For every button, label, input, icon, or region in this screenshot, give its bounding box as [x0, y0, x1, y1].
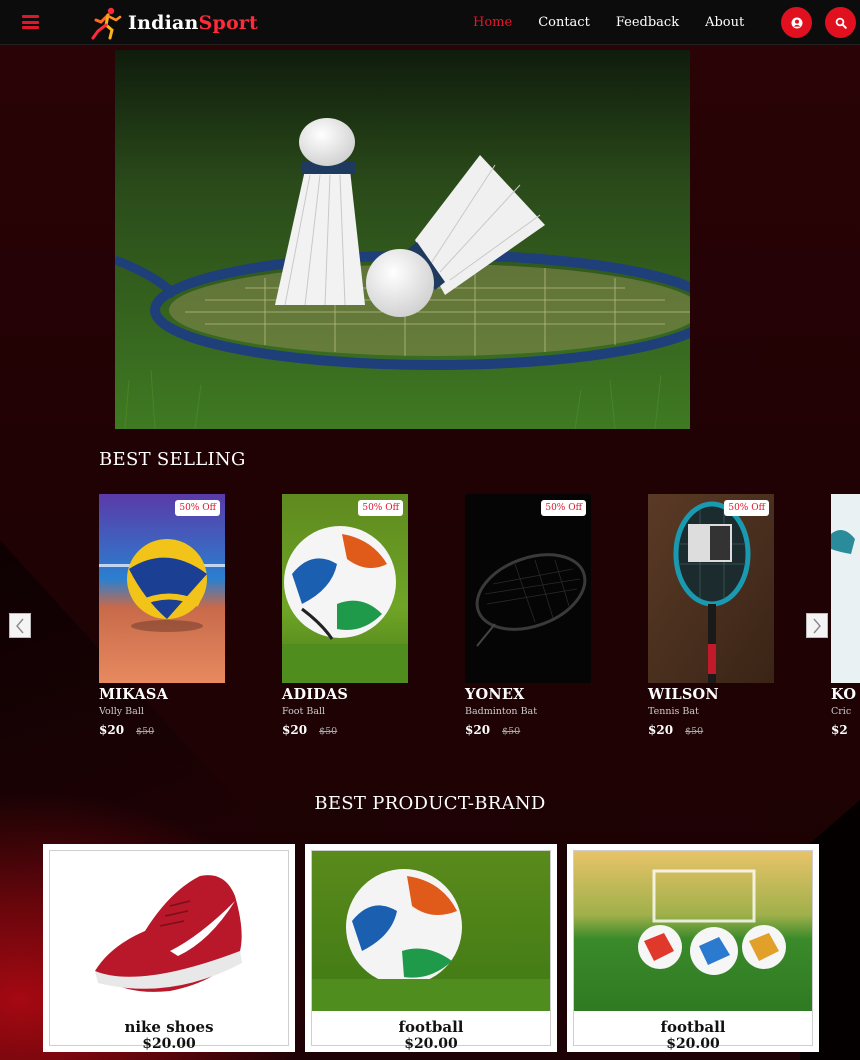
product-brand: YONEX [465, 686, 525, 703]
product-price: $20 $50 [282, 723, 338, 737]
product-category: Tennis Bat [648, 706, 699, 717]
brand-card-nike-shoes[interactable]: nike shoes $20.00 [43, 844, 295, 1052]
product-image-volleyball: 50% Off [99, 494, 225, 683]
discount-badge: 50% Off [175, 500, 220, 516]
product-card-partial[interactable]: KO Cric $2 [831, 494, 860, 737]
product-category: Badminton Bat [465, 706, 538, 717]
product-image-cricket [831, 494, 860, 683]
chevron-right-icon [813, 618, 821, 633]
product-image-nike-shoes [50, 851, 288, 1011]
best-selling-carousel: 50% Off MIKASA Volly Ball $20 $50 50% Off… [0, 494, 860, 744]
brand-product-price: $20.00 [404, 1036, 458, 1052]
product-brand: MIKASA [99, 686, 169, 703]
product-brand: KO [831, 686, 857, 703]
best-product-brand-title: BEST PRODUCT-BRAND [314, 793, 546, 814]
brand-card-football-2[interactable]: football $20.00 [567, 844, 819, 1052]
old-price: $50 [319, 726, 338, 737]
discount-badge: 50% Off [724, 500, 769, 516]
product-image-tennis-racket: 50% Off [648, 494, 774, 683]
product-card-adidas[interactable]: 50% Off ADIDAS Foot Ball $20 $50 [282, 494, 412, 737]
brand-product-price: $20.00 [142, 1036, 196, 1052]
product-brand: WILSON [648, 686, 719, 703]
user-icon [791, 17, 802, 28]
nav-link-home[interactable]: Home [473, 15, 512, 30]
menu-icon[interactable] [22, 15, 39, 29]
nav-links: Home Contact Feedback About [460, 0, 757, 44]
discount-badge: 50% Off [541, 500, 586, 516]
brand-product-name: nike shoes [124, 1018, 214, 1036]
brand-product-name: football [398, 1018, 464, 1036]
product-image-footballs-field [574, 851, 812, 1011]
brand-product-name: football [660, 1018, 726, 1036]
carousel-prev-button[interactable] [9, 613, 31, 638]
product-card-wilson[interactable]: 50% Off WILSON Tennis Bat $20 $50 [648, 494, 778, 737]
product-price: $2 [831, 723, 848, 737]
product-category: Volly Ball [99, 706, 144, 717]
brand-card-football-1[interactable]: football $20.00 [305, 844, 557, 1052]
search-icon [835, 17, 847, 29]
product-price: $20 $50 [648, 723, 704, 737]
old-price: $50 [502, 726, 521, 737]
runner-logo-icon [91, 7, 122, 40]
old-price: $50 [136, 726, 155, 737]
product-brand: ADIDAS [282, 686, 349, 703]
navbar: IndianSport Home Contact Feedback About [0, 0, 860, 45]
nav-link-contact[interactable]: Contact [538, 15, 590, 30]
search-button[interactable] [825, 7, 856, 38]
chevron-left-icon [16, 618, 24, 633]
carousel-next-button[interactable] [806, 613, 828, 638]
product-image-football-grass [312, 851, 550, 1011]
product-category: Foot Ball [282, 706, 326, 717]
logo[interactable]: IndianSport [88, 6, 258, 40]
product-image-football: 50% Off [282, 494, 408, 683]
logo-text: IndianSport [128, 12, 258, 34]
product-card-yonex[interactable]: 50% Off YONEX Badminton Bat $20 $50 [465, 494, 595, 737]
brand-product-price: $20.00 [666, 1036, 720, 1052]
hero-banner-image [115, 50, 690, 429]
old-price: $50 [685, 726, 704, 737]
product-price: $20 $50 [465, 723, 521, 737]
product-price: $20 $50 [99, 723, 155, 737]
nav-link-about[interactable]: About [705, 15, 744, 30]
user-button[interactable] [781, 7, 812, 38]
nav-link-feedback[interactable]: Feedback [616, 15, 679, 30]
best-selling-title: BEST SELLING [99, 449, 246, 470]
product-card-mikasa[interactable]: 50% Off MIKASA Volly Ball $20 $50 [99, 494, 229, 737]
product-image-badminton-racket: 50% Off [465, 494, 591, 683]
discount-badge: 50% Off [358, 500, 403, 516]
product-category: Cric [831, 706, 852, 717]
